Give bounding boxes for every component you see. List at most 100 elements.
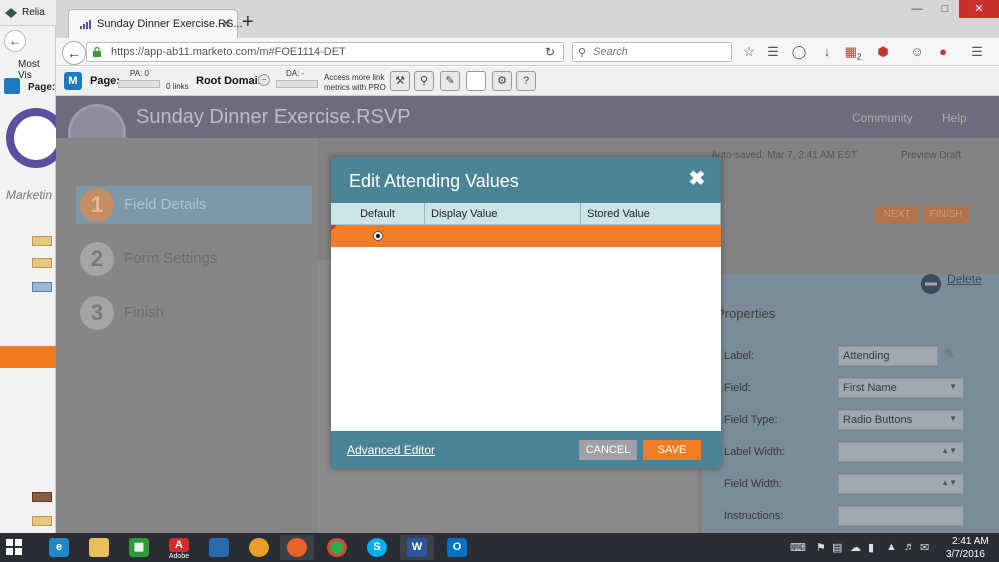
store-glyph: ▦ bbox=[129, 538, 149, 557]
background-tab[interactable]: Relia bbox=[0, 0, 56, 26]
search-box[interactable]: ⚲ bbox=[572, 42, 732, 62]
browser-tab-active[interactable]: Sunday Dinner Exercise.RS... ✕ bbox=[68, 9, 243, 38]
column-header-display-value[interactable]: Display Value bbox=[425, 203, 581, 225]
close-icon[interactable]: ✖ bbox=[687, 169, 707, 189]
outlook-icon[interactable]: O bbox=[440, 535, 474, 560]
internet-explorer-icon[interactable]: e bbox=[42, 535, 76, 560]
folder-icon[interactable] bbox=[32, 492, 52, 502]
edit-values-dialog: Edit Attending Values ✖ Default Display … bbox=[331, 157, 721, 468]
moz-logo-icon[interactable]: M bbox=[64, 72, 82, 90]
delete-link[interactable]: Delete bbox=[947, 272, 982, 286]
background-selected-row[interactable] bbox=[0, 346, 56, 368]
instructions-field[interactable] bbox=[838, 506, 964, 526]
windows-start-icon[interactable] bbox=[6, 539, 22, 555]
folder-icon[interactable] bbox=[32, 516, 52, 526]
smiley-icon[interactable]: ☺ bbox=[908, 43, 926, 61]
prop-field-label: Field: bbox=[724, 382, 751, 394]
explorer-glyph bbox=[89, 538, 109, 557]
advanced-editor-link[interactable]: Advanced Editor bbox=[347, 443, 435, 457]
adobe-icon[interactable]: A Adobe bbox=[162, 535, 196, 560]
da-bar bbox=[276, 80, 318, 88]
window-close-button[interactable]: ✕ bbox=[959, 0, 999, 18]
marketo-favicon-icon bbox=[80, 20, 91, 29]
firefox-icon[interactable] bbox=[280, 535, 314, 560]
volume-icon[interactable]: ♬ bbox=[904, 541, 915, 553]
next-button[interactable]: NEXT bbox=[875, 206, 919, 224]
dialog-footer: Advanced Editor CANCEL SAVE bbox=[331, 431, 721, 468]
new-tab-button[interactable]: + bbox=[242, 11, 254, 34]
url-bar[interactable]: https://app-ab11.marketo.com/m#FOE1114-D… bbox=[86, 42, 564, 62]
root-domain-toggle-icon[interactable]: − bbox=[258, 74, 270, 86]
pencil-icon[interactable]: ✎ bbox=[440, 71, 460, 91]
access-metrics-text-1[interactable]: Access more link bbox=[324, 73, 384, 82]
cancel-button[interactable]: CANCEL bbox=[579, 440, 637, 460]
finish-button[interactable]: FINISH bbox=[923, 206, 969, 224]
skype-glyph: S bbox=[367, 538, 387, 557]
download-icon[interactable]: ↓ bbox=[818, 43, 836, 61]
tab-close-icon[interactable]: ✕ bbox=[221, 16, 232, 32]
battery-icon[interactable]: ▮ bbox=[868, 541, 874, 554]
highlight-icon[interactable] bbox=[466, 71, 486, 91]
message-icon[interactable]: ✉ bbox=[920, 541, 929, 554]
values-grid-row[interactable] bbox=[331, 225, 721, 247]
keyboard-icon[interactable]: ⌨ bbox=[790, 541, 806, 554]
store-icon[interactable]: ▦ bbox=[122, 535, 156, 560]
network-icon[interactable]: ▤ bbox=[832, 541, 842, 554]
file-explorer-icon[interactable] bbox=[82, 535, 116, 560]
label-field[interactable]: Attending bbox=[838, 346, 938, 366]
reload-icon[interactable]: ↻ bbox=[545, 45, 555, 59]
url-text: https://app-ab11.marketo.com/m#FOE1114-D… bbox=[111, 46, 346, 58]
access-metrics-text-2[interactable]: metrics with PRO bbox=[324, 83, 386, 92]
back-button[interactable]: ← bbox=[62, 41, 86, 65]
flag-icon[interactable]: ⚑ bbox=[816, 541, 826, 554]
minimize-button[interactable]: — bbox=[903, 0, 931, 18]
pinterest-icon[interactable]: ● bbox=[934, 43, 952, 61]
field-width-stepper[interactable]: ▲▼ bbox=[838, 474, 964, 494]
extension-badge-icon[interactable]: ▦2 bbox=[844, 43, 862, 62]
save-button[interactable]: SAVE bbox=[643, 440, 701, 460]
community-link[interactable]: Community bbox=[852, 111, 913, 125]
column-header-stored-value[interactable]: Stored Value bbox=[581, 203, 721, 225]
headphones-app-icon[interactable] bbox=[242, 535, 276, 560]
step-number: 1 bbox=[80, 188, 114, 222]
adblock-icon[interactable]: ⬢ bbox=[874, 43, 892, 61]
step-number: 2 bbox=[80, 242, 114, 276]
magnifier-icon[interactable]: ⚲ bbox=[414, 71, 434, 91]
maximize-button[interactable]: □ bbox=[931, 0, 959, 18]
help-icon[interactable]: ? bbox=[516, 71, 536, 91]
calendar-icon[interactable] bbox=[32, 282, 52, 292]
default-radio[interactable] bbox=[373, 231, 383, 241]
bookmark-star-icon[interactable]: ☆ bbox=[740, 43, 758, 61]
pocket-icon[interactable]: ◯ bbox=[790, 43, 808, 61]
background-page-label: Page: bbox=[28, 82, 56, 93]
stepper-icon: ▲▼ bbox=[941, 478, 957, 487]
onedrive-icon[interactable]: ☁ bbox=[850, 541, 861, 554]
wrench-icon[interactable]: ⚒ bbox=[390, 71, 410, 91]
prop-field-type-label: Field Type: bbox=[724, 414, 778, 426]
folder-icon[interactable] bbox=[32, 258, 52, 268]
gear-icon[interactable]: ⚙ bbox=[492, 71, 512, 91]
folder-icon[interactable] bbox=[32, 236, 52, 246]
chrome-icon[interactable] bbox=[320, 535, 354, 560]
wifi-icon[interactable]: ▲ bbox=[886, 541, 897, 553]
label-field-value: Attending bbox=[843, 350, 890, 362]
delete-icon[interactable] bbox=[920, 273, 942, 295]
search-input[interactable] bbox=[593, 45, 723, 59]
word-icon[interactable]: W bbox=[400, 535, 434, 560]
help-link[interactable]: Help bbox=[942, 111, 967, 125]
reading-list-icon[interactable]: ☰ bbox=[764, 43, 782, 61]
skype-icon[interactable]: S bbox=[360, 535, 394, 560]
menu-icon[interactable]: ☰ bbox=[968, 43, 986, 61]
display-app-icon[interactable] bbox=[202, 535, 236, 560]
column-header-default[interactable]: Default bbox=[331, 203, 425, 225]
preview-draft-button[interactable]: Preview Draft bbox=[901, 150, 961, 161]
label-width-stepper[interactable]: ▲▼ bbox=[838, 442, 964, 462]
background-back-button[interactable]: ← bbox=[4, 30, 26, 52]
edit-pencil-icon[interactable]: ✎ bbox=[944, 346, 955, 362]
field-select[interactable]: First Name ▼ bbox=[838, 378, 964, 398]
field-type-select[interactable]: Radio Buttons ▼ bbox=[838, 410, 964, 430]
chevron-down-icon: ▼ bbox=[949, 414, 957, 423]
clock-date[interactable]: 3/7/2016 bbox=[946, 549, 985, 560]
clock-time[interactable]: 2:41 AM bbox=[952, 536, 989, 547]
background-bookmark-most-visited[interactable]: Most Vis bbox=[18, 59, 55, 81]
